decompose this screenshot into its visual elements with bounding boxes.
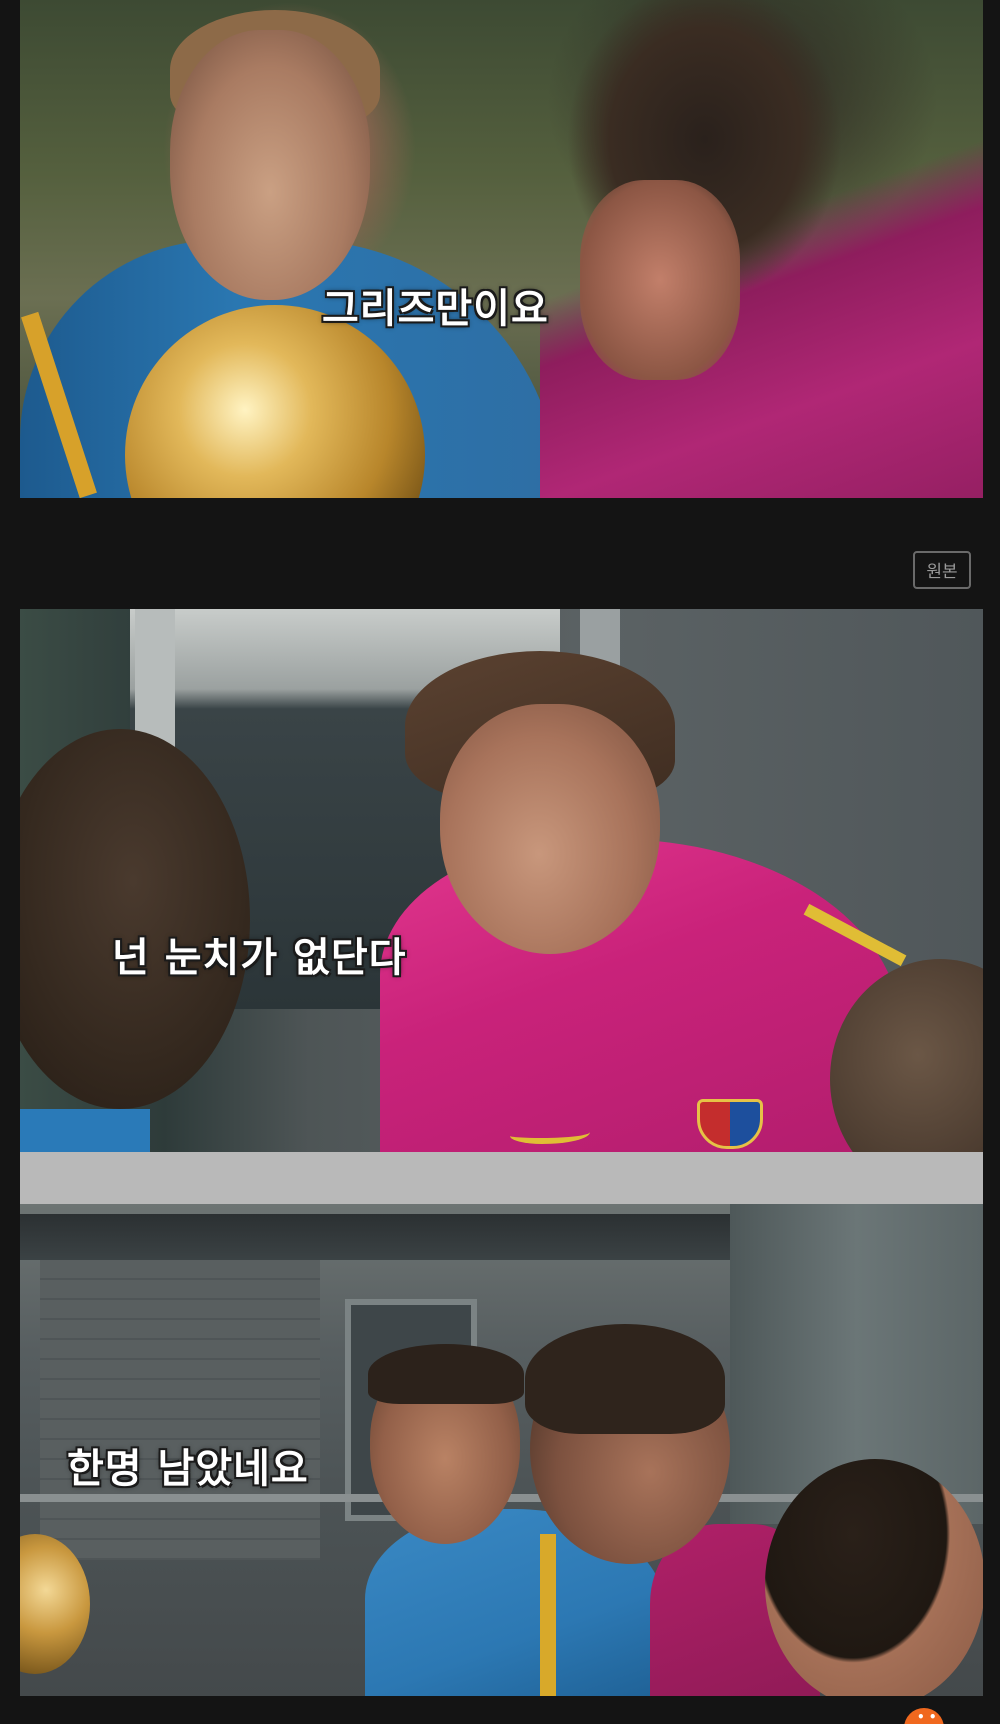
subtitle-frame-2: 넌 눈치가 없단다 bbox=[112, 935, 407, 981]
man-hair bbox=[368, 1344, 524, 1404]
video-frame-2 bbox=[20, 609, 983, 1152]
person-head bbox=[765, 1459, 983, 1696]
boy-face bbox=[170, 30, 370, 300]
video-frame-1 bbox=[20, 0, 983, 498]
floating-action-glyph: • • bbox=[917, 1710, 937, 1724]
post-image-viewer: 그리즈만이요 원본 넌 눈치가 없단다 한명 남았네요 • • bbox=[0, 0, 1000, 1724]
building-wall bbox=[40, 1260, 320, 1560]
player-hair bbox=[525, 1324, 725, 1434]
view-original-button[interactable]: 원본 bbox=[913, 551, 971, 589]
player-neck bbox=[580, 180, 740, 380]
image-separator bbox=[20, 1152, 983, 1204]
subtitle-frame-1: 그리즈만이요 bbox=[322, 286, 549, 332]
boy-shoulder bbox=[20, 1109, 150, 1152]
jacket-yellow-stripe bbox=[540, 1534, 556, 1696]
player-face bbox=[440, 704, 660, 954]
subtitle-frame-3: 한명 남았네요 bbox=[67, 1446, 309, 1492]
